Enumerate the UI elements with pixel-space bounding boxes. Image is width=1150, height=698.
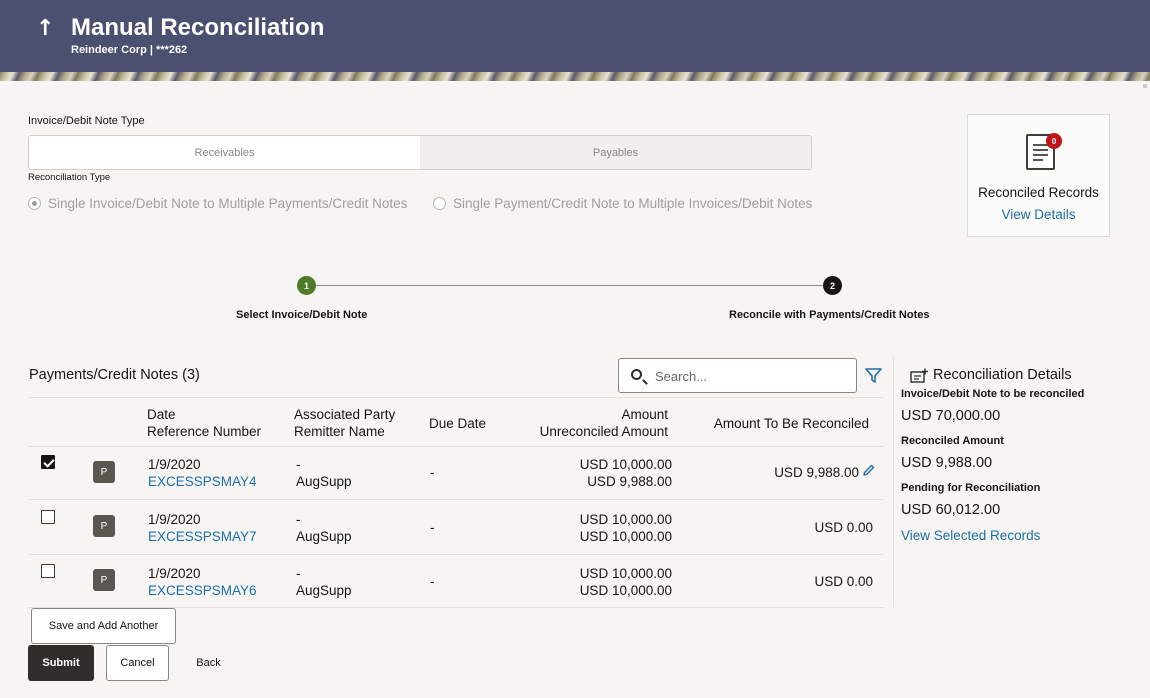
details-divider <box>893 357 894 607</box>
radio-single-invoice-label: Single Invoice/Debit Note to Multiple Pa… <box>48 196 408 211</box>
table-row-due-date: - <box>430 465 435 480</box>
toggle-payables[interactable]: Payables <box>420 136 811 169</box>
records-count-badge: 0 <box>1046 133 1062 149</box>
radio-unselected-icon[interactable] <box>433 197 446 210</box>
view-details-link[interactable]: View Details <box>968 207 1109 222</box>
table-row-date-ref: 1/9/2020 EXCESSPSMAY6 <box>148 566 257 599</box>
reconciled-records-label: Reconciled Records <box>978 185 1099 200</box>
page-header: ↑ Manual Reconciliation Reindeer Corp | … <box>0 0 1150 72</box>
table-row-border <box>28 554 884 555</box>
reference-link[interactable]: EXCESSPSMAY6 <box>148 582 257 599</box>
radio-single-payment[interactable]: Single Payment/Credit Note to Multiple I… <box>433 196 812 211</box>
payment-type-tag: P <box>93 461 115 483</box>
step-2-label: Reconcile with Payments/Credit Notes <box>729 309 930 321</box>
reconciled-amount-label: Reconciled Amount <box>901 435 1004 447</box>
payment-type-tag: P <box>93 515 115 537</box>
cancel-button[interactable]: Cancel <box>106 645 169 681</box>
amount-to-reconcile: USD 0.00 <box>814 574 873 589</box>
radio-selected-icon[interactable] <box>28 197 41 210</box>
view-selected-records-link[interactable]: View Selected Records <box>901 528 1040 543</box>
table-row-date-ref: 1/9/2020 EXCESSPSMAY4 <box>148 457 257 490</box>
search-icon <box>631 369 642 380</box>
table-row-party: - AugSupp <box>296 566 352 598</box>
table-row-date-ref: 1/9/2020 EXCESSPSMAY7 <box>148 512 257 545</box>
col-header-due-date: Due Date <box>429 416 487 431</box>
invoice-to-reconcile-label: Invoice/Debit Note to be reconciled <box>901 388 1085 400</box>
table-row-border <box>28 499 884 500</box>
reconciliation-type-label: Reconciliation Type <box>28 172 111 183</box>
submit-button[interactable]: Submit <box>28 645 94 681</box>
radio-single-invoice[interactable]: Single Invoice/Debit Note to Multiple Pa… <box>28 196 407 211</box>
row-checkbox[interactable] <box>41 510 55 524</box>
table-row-amounts: USD 10,000.00 USD 9,988.00 <box>579 457 672 489</box>
row-checkbox[interactable] <box>41 455 55 469</box>
reconciled-amount-value: USD 9,988.00 <box>901 455 993 471</box>
radio-single-payment-label: Single Payment/Credit Note to Multiple I… <box>453 196 813 211</box>
step-2-indicator[interactable]: 2 <box>823 276 842 295</box>
amount-to-reconcile: USD 9,988.00 <box>774 465 859 480</box>
col-header-amount: Amount Unreconciled Amount <box>539 407 668 439</box>
decorative-banner <box>0 72 1150 81</box>
save-and-add-another-button[interactable]: Save and Add Another <box>31 608 176 644</box>
back-arrow-icon[interactable]: ↑ <box>36 16 54 41</box>
table-row-party: - AugSupp <box>296 512 352 544</box>
table-top-border <box>28 397 884 398</box>
stepper-line <box>306 285 833 286</box>
table-row-due-date: - <box>430 520 435 535</box>
reference-link[interactable]: EXCESSPSMAY7 <box>148 528 257 545</box>
step-1-label: Select Invoice/Debit Note <box>236 309 368 321</box>
reconciliation-details-title: Reconciliation Details <box>933 367 1072 383</box>
pending-reconciliation-label: Pending for Reconciliation <box>901 482 1041 494</box>
search-input[interactable] <box>655 367 845 385</box>
table-row-party: - AugSupp <box>296 457 352 489</box>
amount-to-reconcile: USD 0.00 <box>814 520 873 535</box>
table-row-amounts: USD 10,000.00 USD 10,000.00 <box>579 566 672 598</box>
reconciled-records-card: 0 Reconciled Records View Details <box>967 114 1110 237</box>
table-row-amounts: USD 10,000.00 USD 10,000.00 <box>579 512 672 544</box>
invoice-type-label: Invoice/Debit Note Type <box>28 115 145 127</box>
toggle-receivables[interactable]: Receivables <box>29 136 420 169</box>
col-header-date: Date Reference Number <box>147 407 262 439</box>
reconciliation-details-icon <box>910 368 928 383</box>
search-box <box>618 358 857 393</box>
col-header-party: Associated Party Remitter Name <box>294 407 396 439</box>
step-1-indicator[interactable]: 1 <box>297 276 316 295</box>
invoice-type-toggle: Receivables Payables <box>28 135 812 170</box>
col-header-to-reconcile: Amount To Be Reconciled <box>713 416 869 431</box>
page-title: Manual Reconciliation <box>71 14 325 41</box>
party-subtitle: Reindeer Corp | ***262 <box>71 44 188 56</box>
scrollbar-thumb[interactable] <box>1143 84 1147 88</box>
back-button[interactable]: Back <box>186 645 231 681</box>
pending-reconciliation-value: USD 60,012.00 <box>901 502 1001 518</box>
payment-type-tag: P <box>93 569 115 591</box>
table-row-due-date: - <box>430 574 435 589</box>
reference-link[interactable]: EXCESSPSMAY4 <box>148 473 257 490</box>
edit-pencil-icon[interactable] <box>862 463 876 477</box>
payments-section-title: Payments/Credit Notes (3) <box>29 367 200 383</box>
invoice-to-reconcile-value: USD 70,000.00 <box>901 408 1001 424</box>
filter-icon[interactable] <box>865 367 882 384</box>
table-header-border <box>28 446 884 447</box>
row-checkbox[interactable] <box>41 564 55 578</box>
